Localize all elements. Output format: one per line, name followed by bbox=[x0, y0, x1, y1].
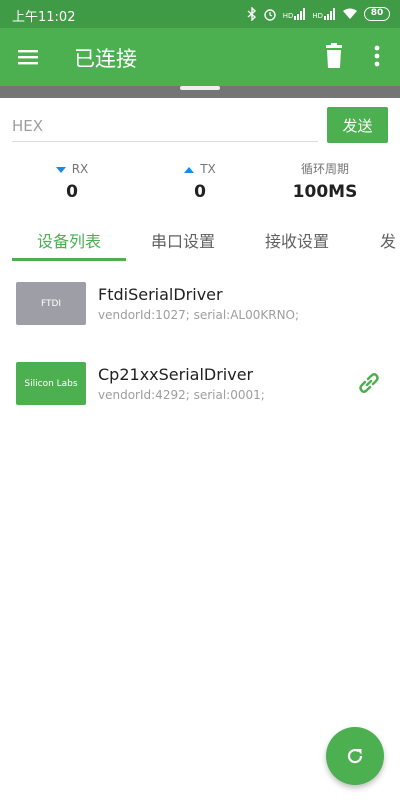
trash-icon[interactable] bbox=[322, 43, 346, 69]
tab-device-list[interactable]: 设备列表 bbox=[37, 228, 101, 252]
alarm-icon bbox=[263, 9, 276, 21]
wifi-icon bbox=[343, 8, 357, 19]
drag-handle[interactable] bbox=[180, 86, 220, 90]
device-name: FtdiSerialDriver bbox=[98, 285, 223, 304]
signal-hd-icon-2: HD bbox=[312, 8, 336, 20]
more-vert-icon[interactable] bbox=[366, 43, 388, 69]
status-icons: HD HD 80 bbox=[247, 5, 390, 23]
link-icon[interactable] bbox=[356, 370, 382, 396]
status-time: 上午11:02 bbox=[12, 10, 76, 25]
menu-icon[interactable] bbox=[16, 45, 40, 69]
tx-stat: TX 0 bbox=[140, 160, 260, 202]
device-list-item[interactable]: FTDI FtdiSerialDriver vendorId:1027; ser… bbox=[0, 282, 400, 342]
rx-label: RX bbox=[71, 162, 89, 176]
device-info: vendorId:1027; serial:AL00KRNO; bbox=[98, 308, 300, 322]
refresh-fab[interactable] bbox=[326, 727, 384, 785]
period-value: 100MS bbox=[292, 182, 358, 202]
device-info: vendorId:4292; serial:0001; bbox=[98, 388, 265, 402]
tx-label: TX bbox=[200, 162, 216, 176]
period-label: 循环周期 bbox=[300, 162, 349, 176]
rx-value: 0 bbox=[66, 182, 78, 202]
tab-serial-settings[interactable]: 串口设置 bbox=[151, 228, 215, 252]
device-logo: Silicon Labs bbox=[16, 362, 86, 405]
period-stat: 循环周期 100MS bbox=[265, 160, 385, 202]
tx-arrow-icon bbox=[184, 166, 195, 173]
bluetooth-icon bbox=[247, 7, 256, 21]
tab-indicator bbox=[12, 258, 126, 261]
tab-bar: 设备列表 串口设置 接收设置 发 bbox=[0, 218, 400, 262]
device-list-item[interactable]: Silicon Labs Cp21xxSerialDriver vendorId… bbox=[0, 362, 400, 422]
hex-input[interactable] bbox=[12, 110, 318, 142]
send-button[interactable]: 发送 bbox=[327, 107, 388, 143]
tab-receive-settings[interactable]: 接收设置 bbox=[265, 228, 329, 252]
rx-stat: RX 0 bbox=[12, 160, 132, 202]
rx-arrow-icon bbox=[55, 166, 66, 173]
device-logo: FTDI bbox=[16, 282, 86, 325]
status-bar: 上午11:02 HD HD 80 bbox=[0, 0, 400, 28]
device-name: Cp21xxSerialDriver bbox=[98, 365, 254, 384]
battery-indicator: 80 bbox=[364, 7, 390, 21]
page-title: 已连接 bbox=[74, 47, 137, 71]
tx-value: 0 bbox=[194, 182, 206, 202]
signal-hd-icon: HD bbox=[283, 8, 307, 20]
refresh-icon bbox=[347, 748, 363, 764]
app-bar: 已连接 bbox=[0, 28, 400, 86]
tab-send-settings[interactable]: 发 bbox=[380, 228, 396, 252]
